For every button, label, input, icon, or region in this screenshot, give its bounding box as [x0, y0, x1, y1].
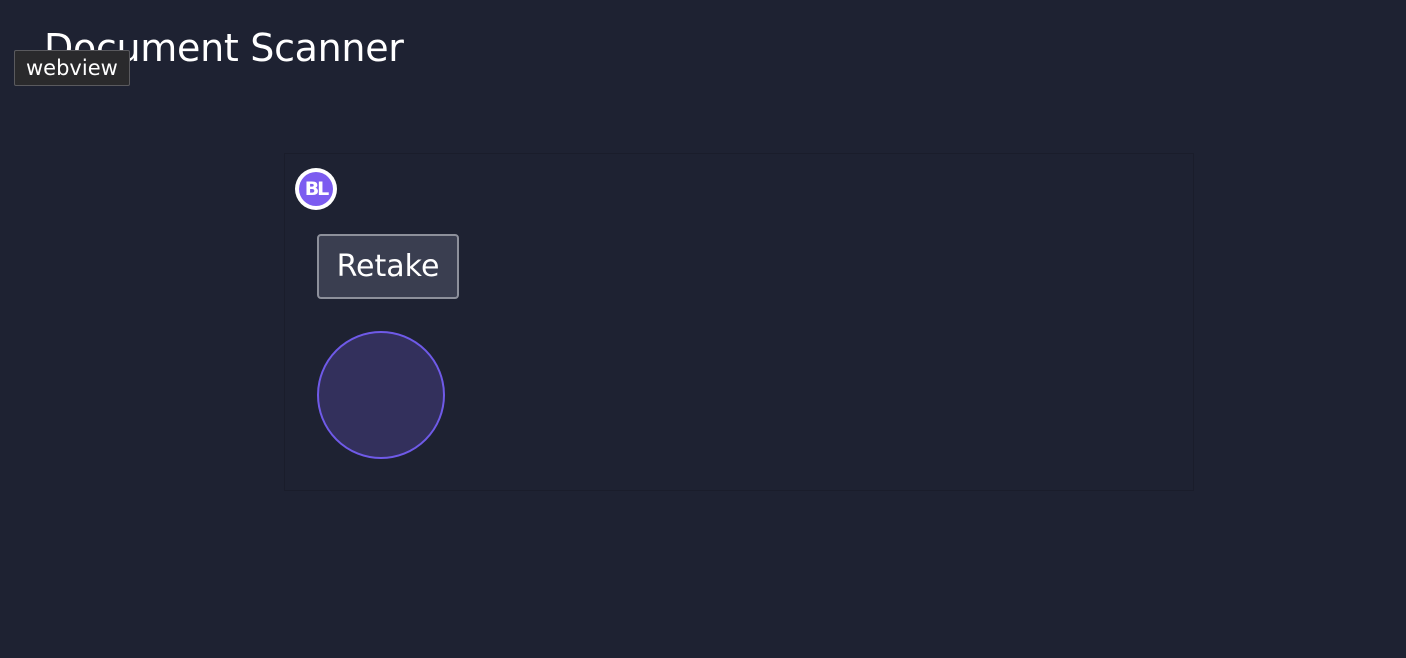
webview-tooltip: webview: [14, 50, 130, 86]
brand-logo-text: BL: [299, 172, 333, 206]
brand-logo-icon: BL: [295, 168, 337, 210]
capture-shutter-button[interactable]: [317, 331, 445, 459]
retake-button[interactable]: Retake: [317, 234, 459, 299]
document-scanner-page: Document Scanner webview BL Retake: [0, 0, 1406, 658]
scanner-panel: BL Retake: [284, 153, 1194, 491]
